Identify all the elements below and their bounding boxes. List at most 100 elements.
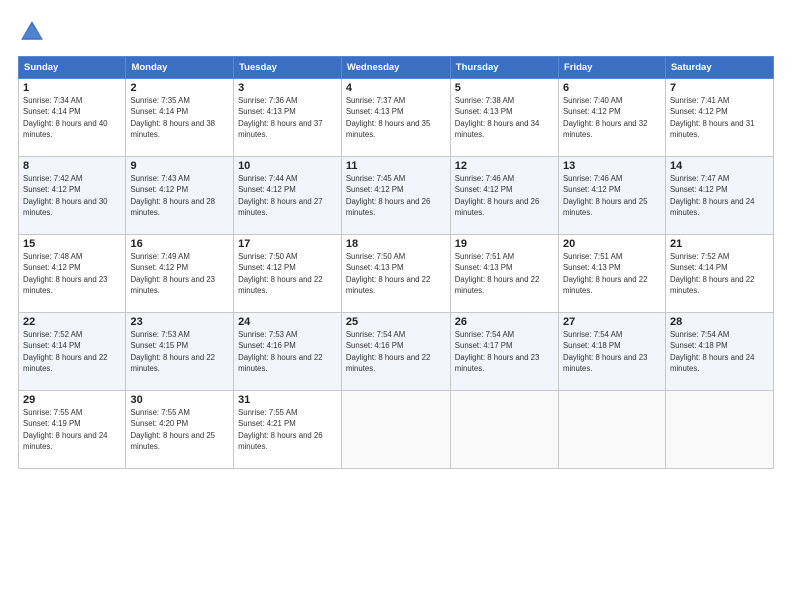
day-info: Sunrise: 7:36 AMSunset: 4:13 PMDaylight:… [238, 95, 337, 140]
day-info: Sunrise: 7:54 AMSunset: 4:18 PMDaylight:… [563, 329, 661, 374]
day-number: 3 [238, 82, 337, 94]
day-number: 30 [130, 394, 229, 406]
calendar-cell: 22 Sunrise: 7:52 AMSunset: 4:14 PMDaylig… [19, 313, 126, 391]
day-number: 6 [563, 82, 661, 94]
calendar-cell [665, 391, 773, 469]
day-number: 9 [130, 160, 229, 172]
calendar-cell: 31 Sunrise: 7:55 AMSunset: 4:21 PMDaylig… [234, 391, 342, 469]
calendar-cell: 23 Sunrise: 7:53 AMSunset: 4:15 PMDaylig… [126, 313, 234, 391]
day-number: 26 [455, 316, 554, 328]
day-number: 25 [346, 316, 446, 328]
calendar-cell: 16 Sunrise: 7:49 AMSunset: 4:12 PMDaylig… [126, 235, 234, 313]
day-info: Sunrise: 7:50 AMSunset: 4:12 PMDaylight:… [238, 251, 337, 296]
day-info: Sunrise: 7:52 AMSunset: 4:14 PMDaylight:… [670, 251, 769, 296]
day-info: Sunrise: 7:53 AMSunset: 4:15 PMDaylight:… [130, 329, 229, 374]
day-info: Sunrise: 7:55 AMSunset: 4:19 PMDaylight:… [23, 407, 121, 452]
calendar-body: 1 Sunrise: 7:34 AMSunset: 4:14 PMDayligh… [19, 79, 774, 469]
calendar-row: 22 Sunrise: 7:52 AMSunset: 4:14 PMDaylig… [19, 313, 774, 391]
day-info: Sunrise: 7:54 AMSunset: 4:16 PMDaylight:… [346, 329, 446, 374]
weekday-header: Wednesday [341, 57, 450, 79]
weekday-header: Tuesday [234, 57, 342, 79]
day-info: Sunrise: 7:54 AMSunset: 4:18 PMDaylight:… [670, 329, 769, 374]
calendar-cell: 10 Sunrise: 7:44 AMSunset: 4:12 PMDaylig… [234, 157, 342, 235]
day-number: 15 [23, 238, 121, 250]
logo [18, 18, 50, 46]
calendar-cell: 12 Sunrise: 7:46 AMSunset: 4:12 PMDaylig… [450, 157, 558, 235]
day-number: 11 [346, 160, 446, 172]
day-info: Sunrise: 7:35 AMSunset: 4:14 PMDaylight:… [130, 95, 229, 140]
calendar-cell [558, 391, 665, 469]
day-number: 23 [130, 316, 229, 328]
day-number: 19 [455, 238, 554, 250]
day-info: Sunrise: 7:48 AMSunset: 4:12 PMDaylight:… [23, 251, 121, 296]
calendar-row: 8 Sunrise: 7:42 AMSunset: 4:12 PMDayligh… [19, 157, 774, 235]
day-number: 31 [238, 394, 337, 406]
day-info: Sunrise: 7:42 AMSunset: 4:12 PMDaylight:… [23, 173, 121, 218]
calendar-row: 1 Sunrise: 7:34 AMSunset: 4:14 PMDayligh… [19, 79, 774, 157]
calendar-cell: 17 Sunrise: 7:50 AMSunset: 4:12 PMDaylig… [234, 235, 342, 313]
day-number: 22 [23, 316, 121, 328]
day-info: Sunrise: 7:37 AMSunset: 4:13 PMDaylight:… [346, 95, 446, 140]
day-number: 5 [455, 82, 554, 94]
calendar-cell: 11 Sunrise: 7:45 AMSunset: 4:12 PMDaylig… [341, 157, 450, 235]
calendar-cell: 8 Sunrise: 7:42 AMSunset: 4:12 PMDayligh… [19, 157, 126, 235]
day-info: Sunrise: 7:55 AMSunset: 4:21 PMDaylight:… [238, 407, 337, 452]
day-number: 28 [670, 316, 769, 328]
day-number: 29 [23, 394, 121, 406]
calendar-cell: 25 Sunrise: 7:54 AMSunset: 4:16 PMDaylig… [341, 313, 450, 391]
calendar-cell [341, 391, 450, 469]
day-number: 27 [563, 316, 661, 328]
day-info: Sunrise: 7:52 AMSunset: 4:14 PMDaylight:… [23, 329, 121, 374]
day-number: 7 [670, 82, 769, 94]
calendar-cell: 4 Sunrise: 7:37 AMSunset: 4:13 PMDayligh… [341, 79, 450, 157]
calendar-cell: 6 Sunrise: 7:40 AMSunset: 4:12 PMDayligh… [558, 79, 665, 157]
calendar-row: 15 Sunrise: 7:48 AMSunset: 4:12 PMDaylig… [19, 235, 774, 313]
calendar-cell: 20 Sunrise: 7:51 AMSunset: 4:13 PMDaylig… [558, 235, 665, 313]
weekday-header: Monday [126, 57, 234, 79]
day-number: 18 [346, 238, 446, 250]
calendar-header-row: SundayMondayTuesdayWednesdayThursdayFrid… [19, 57, 774, 79]
day-number: 1 [23, 82, 121, 94]
calendar-cell: 27 Sunrise: 7:54 AMSunset: 4:18 PMDaylig… [558, 313, 665, 391]
calendar-cell: 28 Sunrise: 7:54 AMSunset: 4:18 PMDaylig… [665, 313, 773, 391]
page: SundayMondayTuesdayWednesdayThursdayFrid… [0, 0, 792, 612]
day-info: Sunrise: 7:50 AMSunset: 4:13 PMDaylight:… [346, 251, 446, 296]
calendar-cell: 2 Sunrise: 7:35 AMSunset: 4:14 PMDayligh… [126, 79, 234, 157]
day-info: Sunrise: 7:53 AMSunset: 4:16 PMDaylight:… [238, 329, 337, 374]
weekday-header: Friday [558, 57, 665, 79]
calendar-cell: 30 Sunrise: 7:55 AMSunset: 4:20 PMDaylig… [126, 391, 234, 469]
day-info: Sunrise: 7:45 AMSunset: 4:12 PMDaylight:… [346, 173, 446, 218]
calendar-cell: 1 Sunrise: 7:34 AMSunset: 4:14 PMDayligh… [19, 79, 126, 157]
day-number: 8 [23, 160, 121, 172]
day-info: Sunrise: 7:41 AMSunset: 4:12 PMDaylight:… [670, 95, 769, 140]
calendar-cell: 29 Sunrise: 7:55 AMSunset: 4:19 PMDaylig… [19, 391, 126, 469]
calendar-table: SundayMondayTuesdayWednesdayThursdayFrid… [18, 56, 774, 469]
calendar-cell: 14 Sunrise: 7:47 AMSunset: 4:12 PMDaylig… [665, 157, 773, 235]
calendar-cell: 15 Sunrise: 7:48 AMSunset: 4:12 PMDaylig… [19, 235, 126, 313]
calendar-cell: 24 Sunrise: 7:53 AMSunset: 4:16 PMDaylig… [234, 313, 342, 391]
logo-icon [18, 18, 46, 46]
day-number: 4 [346, 82, 446, 94]
day-info: Sunrise: 7:43 AMSunset: 4:12 PMDaylight:… [130, 173, 229, 218]
day-number: 17 [238, 238, 337, 250]
calendar-cell: 18 Sunrise: 7:50 AMSunset: 4:13 PMDaylig… [341, 235, 450, 313]
day-info: Sunrise: 7:46 AMSunset: 4:12 PMDaylight:… [563, 173, 661, 218]
day-info: Sunrise: 7:44 AMSunset: 4:12 PMDaylight:… [238, 173, 337, 218]
day-info: Sunrise: 7:54 AMSunset: 4:17 PMDaylight:… [455, 329, 554, 374]
calendar-cell: 26 Sunrise: 7:54 AMSunset: 4:17 PMDaylig… [450, 313, 558, 391]
day-info: Sunrise: 7:46 AMSunset: 4:12 PMDaylight:… [455, 173, 554, 218]
weekday-header: Saturday [665, 57, 773, 79]
calendar-cell: 21 Sunrise: 7:52 AMSunset: 4:14 PMDaylig… [665, 235, 773, 313]
header [18, 18, 774, 46]
calendar-cell: 7 Sunrise: 7:41 AMSunset: 4:12 PMDayligh… [665, 79, 773, 157]
calendar-cell: 9 Sunrise: 7:43 AMSunset: 4:12 PMDayligh… [126, 157, 234, 235]
day-info: Sunrise: 7:40 AMSunset: 4:12 PMDaylight:… [563, 95, 661, 140]
day-info: Sunrise: 7:55 AMSunset: 4:20 PMDaylight:… [130, 407, 229, 452]
day-info: Sunrise: 7:51 AMSunset: 4:13 PMDaylight:… [563, 251, 661, 296]
day-number: 20 [563, 238, 661, 250]
day-number: 16 [130, 238, 229, 250]
calendar-row: 29 Sunrise: 7:55 AMSunset: 4:19 PMDaylig… [19, 391, 774, 469]
calendar-cell: 5 Sunrise: 7:38 AMSunset: 4:13 PMDayligh… [450, 79, 558, 157]
day-number: 10 [238, 160, 337, 172]
calendar-cell: 3 Sunrise: 7:36 AMSunset: 4:13 PMDayligh… [234, 79, 342, 157]
